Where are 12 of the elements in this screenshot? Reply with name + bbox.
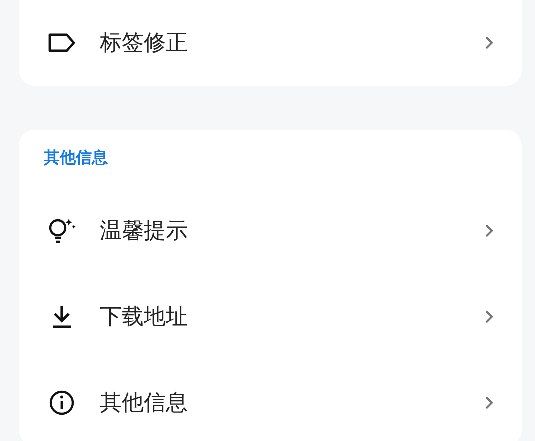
info-icon	[47, 389, 77, 417]
chevron-right-icon	[485, 310, 494, 324]
lightbulb-icon	[47, 217, 77, 245]
chevron-right-icon	[485, 396, 494, 410]
tag-icon	[47, 33, 77, 53]
chevron-right-icon	[485, 224, 494, 238]
section-title: 其他信息	[43, 147, 109, 169]
menu-item[interactable]: 温馨提示	[19, 188, 522, 274]
menu-item[interactable]: 下载地址	[19, 274, 522, 360]
menu-item[interactable]: 标签修正	[19, 0, 522, 86]
menu-item[interactable]: 其他信息	[19, 360, 522, 441]
chevron-right-icon	[485, 36, 494, 50]
